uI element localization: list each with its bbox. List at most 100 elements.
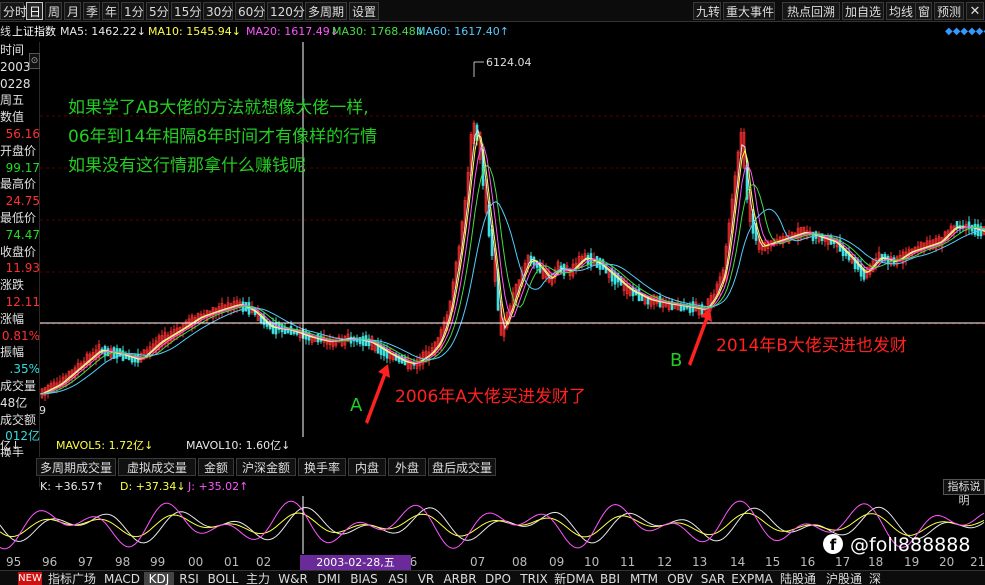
bottom-tab-0[interactable]: NEW <box>18 572 42 585</box>
tab-0[interactable]: 分时 <box>0 2 27 20</box>
annotation-b-text: 2014年B大佬买进也发财 <box>716 336 907 356</box>
volume-legend-bar: 亿↓ MAVOL5: 1.72亿↓ MAVOL10: 1.60亿↓ <box>0 437 985 455</box>
panel-row-19: .35% <box>9 362 40 377</box>
toolbar-right-6[interactable]: 预测 <box>934 2 964 20</box>
bottom-tab-21[interactable]: 陆股通 <box>776 572 820 585</box>
tab-13[interactable]: 设置 <box>349 2 379 20</box>
x-axis-tick-6: 01 <box>224 555 240 569</box>
arrow-a-icon <box>365 364 390 424</box>
tab-1[interactable]: 日 <box>26 2 43 20</box>
panel-row-16: 涨幅 <box>0 311 25 326</box>
panel-row-4: 数值 <box>0 110 25 125</box>
ma-legend-bar: 线 上证指数 MA5: 1462.22↓ MA10: 1545.94↓ MA20: … <box>0 23 985 41</box>
panel-row-22: 成交额 <box>0 412 37 427</box>
indicator-tab-3[interactable]: 沪深金额 <box>236 458 296 476</box>
tab-7[interactable]: 5分 <box>146 2 169 20</box>
close-button[interactable]: ✕ <box>966 2 984 20</box>
candle <box>976 224 980 237</box>
panel-row-14: 涨跌 <box>0 278 25 293</box>
bottom-tab-19[interactable]: SAR <box>698 572 728 585</box>
bottom-tab-13[interactable]: DPO <box>482 572 514 585</box>
tab-5[interactable]: 年 <box>102 2 119 20</box>
panel-row-13: 11.93 <box>5 261 40 276</box>
panel-row-7: 99.17 <box>5 160 40 175</box>
svg-text:f: f <box>830 536 837 554</box>
ma-value-3: MA30: 1768.48↓ <box>332 25 425 38</box>
bottom-tab-9[interactable]: BIAS <box>346 572 382 585</box>
indicator-tab-1[interactable]: 虚拟成交量 <box>118 458 196 476</box>
tab-6[interactable]: 1分 <box>121 2 144 20</box>
annotation-line-2: 06年到14年相隔8年时间才有像样的行情 <box>68 127 378 147</box>
bottom-tab-22[interactable]: 沪股通 <box>822 572 866 585</box>
x-axis-tick-9: 07 <box>470 555 486 569</box>
toolbar-right-5[interactable]: 窗 <box>915 2 932 20</box>
indicator-tab-bar: 多周期成交量 虚拟成交量 金额 沪深金额 换手率 内盘 外盘 盘后成交量 <box>0 457 985 477</box>
x-axis-tick-23: 21 <box>970 555 985 569</box>
panel-row-5: 56.16 <box>5 127 40 141</box>
bottom-tab-3[interactable]: KDJ <box>144 572 174 585</box>
bottom-tab-5[interactable]: BOLL <box>204 572 242 585</box>
bottom-tab-10[interactable]: ASI <box>384 572 412 585</box>
volume-legend-0: 亿↓ <box>0 439 21 452</box>
data-window-panel: 时间 2003 0228 周五 数值 56.16 开盘价 99.17 最高价 24.75 最低价 74… <box>0 42 40 487</box>
tab-10[interactable]: 60分 <box>235 2 265 20</box>
kdj-legend-0: K: +36.57↑ <box>40 480 105 493</box>
label-b: B <box>670 350 683 371</box>
indicator-tab-0[interactable]: 多周期成交量 <box>36 458 116 476</box>
indicator-tab-2[interactable]: 金额 <box>198 458 234 476</box>
bottom-tab-14[interactable]: TRIX <box>516 572 552 585</box>
toolbar-right-2[interactable]: 热点回溯 <box>782 2 840 20</box>
panel-row-20: 成交量 <box>0 379 37 393</box>
indicator-tab-7[interactable]: 盘后成交量 <box>428 458 496 476</box>
arrow-b-icon <box>688 308 712 366</box>
tab-2[interactable]: 周 <box>45 2 62 20</box>
bottom-tab-17[interactable]: MTM <box>626 572 662 585</box>
bottom-tab-20[interactable]: EXPMA <box>730 572 774 585</box>
panel-row-11: 74.47 <box>5 227 40 242</box>
diamond-icons: ◆◆◆◆◆◆ <box>945 26 985 37</box>
ma-line-2 <box>40 146 985 395</box>
panel-row-2: 0228 <box>0 76 31 91</box>
bottom-tab-12[interactable]: ARBR <box>440 572 480 585</box>
toolbar-right-4[interactable]: 均线 <box>886 2 916 20</box>
period-toolbar: 分时日周月季年 1分 5分 15分 30分 60分 120分 多周期 设置 九转 重大事件 热点回溯加… <box>0 0 985 22</box>
tab-9[interactable]: 30分 <box>203 2 233 20</box>
bottom-tab-2[interactable]: MACD <box>102 572 142 585</box>
volume-legend-2: MAVOL10: 1.60亿↓ <box>186 439 291 452</box>
bottom-tab-6[interactable]: 主力 <box>244 572 272 585</box>
crosshair-date-tooltip: 2003-02-28,五 <box>300 555 411 570</box>
bottom-tab-15[interactable]: 新DMA <box>554 572 594 585</box>
tab-3[interactable]: 月 <box>64 2 81 20</box>
bottom-tab-7[interactable]: W&R <box>274 572 312 585</box>
label-a: A <box>350 395 363 416</box>
panel-row-21: 48亿 <box>0 395 28 410</box>
bottom-tab-16[interactable]: BBI <box>596 572 624 585</box>
x-axis-tick-14: 12 <box>657 555 673 569</box>
bottom-tab-23[interactable]: 深 <box>868 572 882 585</box>
ma-value-0: MA5: 1462.22↓ <box>60 25 146 38</box>
bottom-tab-8[interactable]: DMI <box>314 572 344 585</box>
x-axis-tick-18: 16 <box>800 555 816 569</box>
toolbar-right-1[interactable]: 重大事件 <box>723 2 775 20</box>
bottom-tab-1[interactable]: 指标广场 <box>44 572 100 585</box>
toolbar-right-0[interactable]: 九转 <box>693 2 721 20</box>
bottom-tab-4[interactable]: RSI <box>176 572 202 585</box>
x-axis-tick-13: 11 <box>620 555 636 569</box>
x-axis-tick-5: 00 <box>188 555 204 569</box>
tab-11[interactable]: 120分 <box>267 2 305 20</box>
toolbar-right-3[interactable]: 加自选 <box>842 2 884 20</box>
indicator-tab-5[interactable]: 内盘 <box>348 458 386 476</box>
tab-12[interactable]: 多周期 <box>305 2 347 20</box>
indicator-tab-4[interactable]: 换手率 <box>298 458 346 476</box>
ma-value-2: MA20: 1617.49↓ <box>246 25 339 38</box>
bottom-tab-18[interactable]: OBV <box>664 572 696 585</box>
tab-4[interactable]: 季 <box>83 2 100 20</box>
indicator-tab-6[interactable]: 外盘 <box>388 458 426 476</box>
panel-scroll-button[interactable]: ⊙ <box>29 53 40 69</box>
watermark-text: @foll888888 <box>850 534 971 556</box>
bottom-tab-11[interactable]: VR <box>414 572 438 585</box>
x-axis-tick-10: 08 <box>512 555 528 569</box>
candle <box>361 336 365 346</box>
indicator-help-button[interactable]: 指标说明 <box>943 479 985 507</box>
tab-8[interactable]: 15分 <box>171 2 201 20</box>
